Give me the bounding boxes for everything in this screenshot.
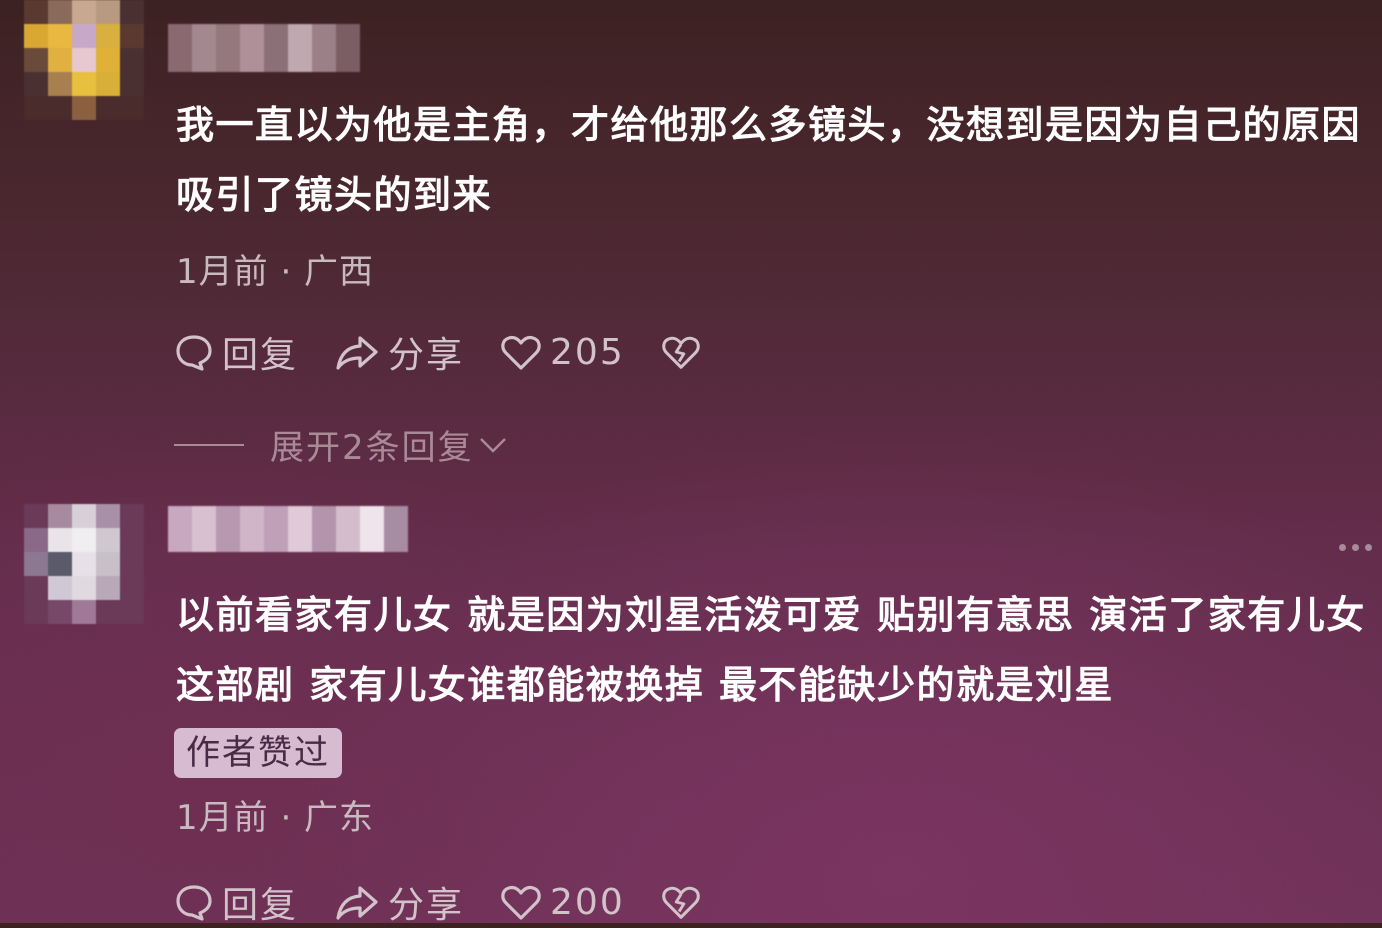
heart-icon bbox=[501, 335, 541, 370]
chevron-down-icon bbox=[479, 437, 506, 453]
share-icon bbox=[336, 886, 378, 920]
username-blurred[interactable] bbox=[168, 24, 360, 72]
comment-text: 以前看家有儿女 就是因为刘星活泼可爱 贴别有意思 演活了家有儿女这部剧 家有儿女… bbox=[176, 593, 1366, 707]
dislike-icon bbox=[661, 336, 700, 369]
dislike-icon bbox=[661, 886, 700, 919]
reply-label: 回复 bbox=[222, 335, 299, 376]
share-icon bbox=[336, 336, 378, 370]
comment-text: 我一直以为他是主角，才给他那么多镜头，没想到是因为自己的原因吸引了镜头的到来 bbox=[176, 103, 1362, 217]
like-button[interactable]: 205 bbox=[500, 332, 625, 373]
username-blurred[interactable] bbox=[168, 506, 408, 552]
share-label: 分享 bbox=[388, 885, 465, 926]
avatar[interactable] bbox=[24, 504, 144, 624]
reply-button[interactable]: 回复 bbox=[174, 876, 298, 928]
divider-line bbox=[174, 443, 244, 446]
avatar[interactable] bbox=[24, 0, 144, 120]
like-button[interactable]: 200 bbox=[500, 882, 625, 923]
reply-icon bbox=[176, 885, 212, 921]
comment-item: 我一直以为他是主角，才给他那么多镜头，没想到是因为自己的原因吸引了镜头的到来 1… bbox=[0, 0, 1382, 490]
share-button[interactable]: 分享 bbox=[334, 326, 464, 378]
comment-meta: 1月前 · 广东 bbox=[176, 798, 375, 838]
share-button[interactable]: 分享 bbox=[334, 876, 464, 928]
comment-actions: 回复 分享 205 bbox=[174, 326, 745, 378]
expand-replies-label: 展开2条回复 bbox=[270, 428, 474, 468]
dislike-button[interactable] bbox=[661, 332, 709, 372]
comment-actions: 回复 分享 200 bbox=[174, 876, 745, 928]
share-label: 分享 bbox=[388, 335, 465, 376]
expand-replies-button[interactable]: 展开2条回复 bbox=[174, 420, 508, 469]
reply-label: 回复 bbox=[222, 885, 299, 926]
dislike-button[interactable] bbox=[661, 882, 709, 922]
reply-button[interactable]: 回复 bbox=[174, 326, 298, 378]
comment-item: 以前看家有儿女 就是因为刘星活泼可爱 贴别有意思 演活了家有儿女这部剧 家有儿女… bbox=[0, 490, 1382, 926]
like-count: 205 bbox=[550, 331, 625, 373]
heart-icon bbox=[501, 885, 541, 920]
more-icon[interactable] bbox=[1333, 544, 1372, 551]
comment-meta: 1月前 · 广西 bbox=[176, 252, 375, 292]
reply-icon bbox=[176, 335, 212, 371]
author-liked-badge: 作者赞过 bbox=[174, 728, 342, 778]
like-count: 200 bbox=[550, 881, 625, 923]
